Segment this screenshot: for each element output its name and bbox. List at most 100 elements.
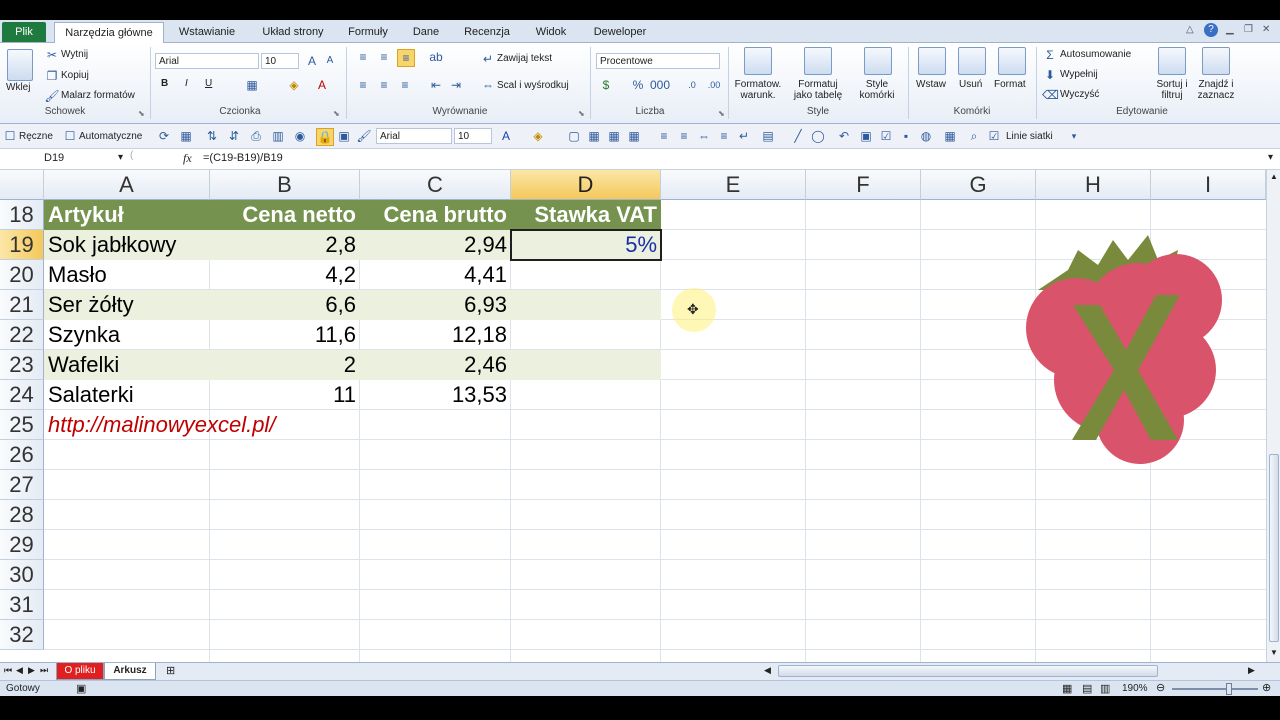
wrap-text-icon[interactable]: ↵ — [480, 51, 496, 67]
auto-calc-checkbox-icon[interactable]: ☐ — [62, 128, 78, 144]
qat-size-select[interactable]: 10 — [454, 128, 492, 144]
help-icon[interactable]: ? — [1204, 23, 1218, 37]
cut-icon[interactable]: ✂ — [44, 47, 60, 63]
find-select-icon[interactable] — [1202, 47, 1230, 75]
zoom-in-icon[interactable]: ⊕ — [1262, 681, 1271, 694]
name-box[interactable]: D19 — [44, 152, 64, 164]
tab-home[interactable]: Narzędzia główne — [54, 22, 164, 43]
qat-globe-icon[interactable]: ◍ — [918, 128, 934, 144]
table-cell[interactable]: 4,2 — [210, 260, 360, 290]
header-cell-cena-netto[interactable]: Cena netto — [210, 200, 360, 230]
table-cell[interactable]: 6,6 — [210, 290, 360, 320]
image-icon[interactable]: ▣ — [336, 128, 352, 144]
grow-font-icon[interactable]: A — [304, 53, 320, 69]
clipboard-launcher-icon[interactable]: ⬊ — [138, 109, 145, 118]
website-link[interactable]: http://malinowyexcel.pl/ — [44, 410, 364, 440]
font-size-select[interactable]: 10 — [261, 53, 299, 69]
format-as-table-button[interactable]: Formatuj jako tabelę — [788, 79, 848, 101]
number-format-select[interactable]: Procentowe — [596, 53, 720, 69]
normal-view-icon[interactable]: ▦ — [1062, 682, 1072, 695]
table-cell[interactable] — [511, 290, 661, 320]
qat-line-icon[interactable]: ╱ — [790, 128, 806, 144]
row-header-25[interactable]: 25 — [0, 410, 44, 440]
horizontal-scroll-thumb[interactable] — [778, 665, 1158, 677]
select-all-corner[interactable] — [0, 170, 44, 200]
qat-border-icon[interactable]: ▢ — [566, 128, 582, 144]
clear-icon[interactable]: ⌫ — [1042, 87, 1059, 103]
column-header-a[interactable]: A — [44, 170, 210, 200]
window-close-icon[interactable]: ✕ — [1262, 24, 1270, 35]
qat-align-right-icon[interactable]: ≡ — [716, 128, 732, 144]
font-color-icon[interactable]: A — [314, 77, 330, 93]
qat-fill-icon[interactable]: ◈ — [530, 128, 546, 144]
table-cell[interactable]: Salaterki — [44, 380, 210, 410]
last-sheet-icon[interactable]: ⏭ — [40, 665, 48, 676]
qat-dots-icon[interactable]: ▪ — [898, 128, 914, 144]
column-header-e[interactable]: E — [661, 170, 806, 200]
sort-filter-button[interactable]: Sortuj i filtruj — [1150, 79, 1194, 101]
column-header-h[interactable]: H — [1036, 170, 1151, 200]
row-header-24[interactable]: 24 — [0, 380, 44, 410]
header-cell-stawka-vat[interactable]: Stawka VAT — [511, 200, 661, 230]
autosum-icon[interactable]: Σ — [1042, 47, 1058, 63]
splitter-icon[interactable]: ( — [130, 150, 133, 161]
copy-button[interactable]: Kopiuj — [61, 70, 89, 81]
manual-calc-label[interactable]: Ręczne — [19, 131, 53, 142]
underline-button[interactable]: U — [205, 78, 212, 89]
qat-more-icon[interactable]: ▾ — [1066, 128, 1082, 144]
cell-styles-icon[interactable] — [864, 47, 892, 75]
italic-button[interactable]: I — [185, 78, 188, 89]
worksheet-grid[interactable]: A B C D E F G H I 18 19 20 21 22 23 24 2… — [0, 170, 1266, 662]
page-break-view-icon[interactable]: ▥ — [1100, 682, 1110, 695]
qat-font-select[interactable]: Arial — [376, 128, 452, 144]
qat-cells-icon[interactable]: ▣ — [858, 128, 874, 144]
increase-decimal-icon[interactable]: .0 — [684, 77, 700, 93]
align-middle-icon[interactable]: ≡ — [376, 49, 392, 65]
row-header-26[interactable]: 26 — [0, 440, 44, 470]
prev-sheet-icon[interactable]: ◀ — [16, 665, 23, 676]
qat-align-left-icon[interactable]: ≡ — [656, 128, 672, 144]
table-cell[interactable]: Masło — [44, 260, 210, 290]
table-cell[interactable]: 6,93 — [360, 290, 511, 320]
next-sheet-icon[interactable]: ▶ — [28, 665, 35, 676]
table-cell[interactable]: Szynka — [44, 320, 210, 350]
zoom-level[interactable]: 190% — [1122, 683, 1148, 694]
table-cell[interactable]: 2,46 — [360, 350, 511, 380]
row-header-31[interactable]: 31 — [0, 590, 44, 620]
align-top-icon[interactable]: ≡ — [355, 49, 371, 65]
shrink-font-icon[interactable]: A — [322, 53, 338, 69]
merge-center-icon[interactable]: ⇔ — [480, 77, 496, 93]
tab-page-layout[interactable]: Układ strony — [254, 23, 332, 41]
vertical-scrollbar[interactable]: ▲ ▼ — [1266, 170, 1280, 662]
window-restore-icon[interactable]: ❐ — [1244, 24, 1253, 35]
paste-button[interactable]: Wklej — [6, 82, 30, 93]
vertical-scroll-thumb[interactable] — [1269, 454, 1279, 642]
scroll-left-icon[interactable]: ◀ — [764, 665, 771, 676]
thousands-icon[interactable]: 000 — [650, 77, 670, 93]
percent-icon[interactable]: % — [630, 77, 646, 93]
qat-table-icon[interactable]: ▦ — [942, 128, 958, 144]
tab-formulas[interactable]: Formuły — [340, 23, 396, 41]
qat-wrap-icon[interactable]: ↵ — [736, 128, 752, 144]
align-bottom-icon[interactable]: ≡ — [397, 49, 415, 67]
lock-icon[interactable]: 🔒 — [316, 128, 334, 146]
qat-border-thick-icon[interactable]: ▦ — [626, 128, 642, 144]
row-header-30[interactable]: 30 — [0, 560, 44, 590]
camera-icon[interactable]: ◉ — [292, 128, 308, 144]
table-cell[interactable] — [511, 260, 661, 290]
table-cell[interactable]: 13,53 — [360, 380, 511, 410]
tab-review[interactable]: Recenzja — [456, 23, 518, 41]
conditional-format-icon[interactable] — [744, 47, 772, 75]
row-header-20[interactable]: 20 — [0, 260, 44, 290]
row-header-29[interactable]: 29 — [0, 530, 44, 560]
table-cell[interactable]: 2 — [210, 350, 360, 380]
tab-developer[interactable]: Deweloper — [584, 23, 656, 41]
copy-icon[interactable]: ❐ — [44, 68, 60, 84]
table-cell[interactable]: 2,94 — [360, 230, 511, 260]
qat-search-icon[interactable]: ⌕ — [966, 128, 982, 144]
column-header-g[interactable]: G — [921, 170, 1036, 200]
table-cell[interactable]: 4,41 — [360, 260, 511, 290]
name-box-dropdown-icon[interactable]: ▾ — [118, 152, 123, 163]
macro-record-icon[interactable]: ▣ — [76, 682, 86, 695]
sort-icon[interactable]: ⇅ — [204, 128, 220, 144]
